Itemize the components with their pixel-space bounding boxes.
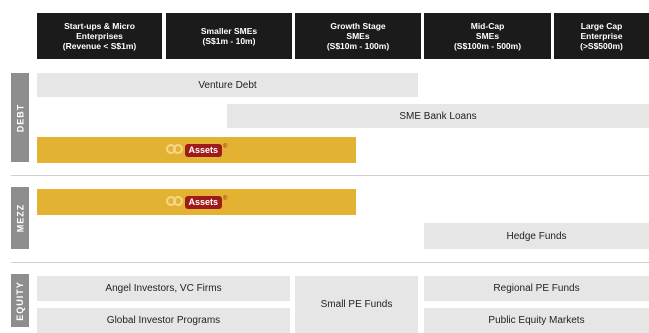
section-label-debt-text: DEBT (15, 103, 25, 132)
hedge-funds-bar: Hedge Funds (424, 223, 649, 249)
section-label-equity: EQUITY (11, 274, 29, 327)
coassets-logo: Assets ® (165, 195, 228, 209)
section-divider (11, 262, 649, 263)
coassets-mezz-bar: Assets ® (37, 189, 356, 215)
assets-badge: Assets (184, 143, 223, 157)
column-header-smaller-smes: Smaller SMEs (S$1m - 10m) (166, 13, 292, 59)
column-header-large-cap: Large Cap Enterprise (>S$500m) (554, 13, 649, 59)
public-equity-bar: Public Equity Markets (424, 308, 649, 333)
co-rings-icon (165, 196, 184, 208)
column-header-startups: Start-ups & Micro Enterprises (Revenue <… (37, 13, 162, 59)
column-header-mid-cap: Mid-Cap SMEs (S$100m - 500m) (424, 13, 551, 59)
regional-pe-funds-bar: Regional PE Funds (424, 276, 649, 301)
section-divider (11, 175, 649, 176)
section-label-mezz-text: MEZZ (15, 203, 25, 233)
coassets-logo: Assets ® (165, 143, 228, 157)
registered-mark: ® (223, 143, 228, 150)
registered-mark: ® (223, 195, 228, 202)
coassets-debt-bar: Assets ® (37, 137, 356, 163)
small-pe-funds-bar: Small PE Funds (295, 276, 418, 333)
section-label-debt: DEBT (11, 73, 29, 162)
column-header-growth-stage: Growth Stage SMEs (S$10m - 100m) (295, 13, 421, 59)
section-label-equity-text: EQUITY (15, 280, 26, 321)
global-investor-bar: Global Investor Programs (37, 308, 290, 333)
sme-bank-loans-bar: SME Bank Loans (227, 104, 649, 128)
co-rings-icon (165, 144, 184, 156)
assets-badge: Assets (184, 195, 223, 209)
section-label-mezz: MEZZ (11, 187, 29, 249)
venture-debt-bar: Venture Debt (37, 73, 418, 97)
angel-vc-bar: Angel Investors, VC Firms (37, 276, 290, 301)
